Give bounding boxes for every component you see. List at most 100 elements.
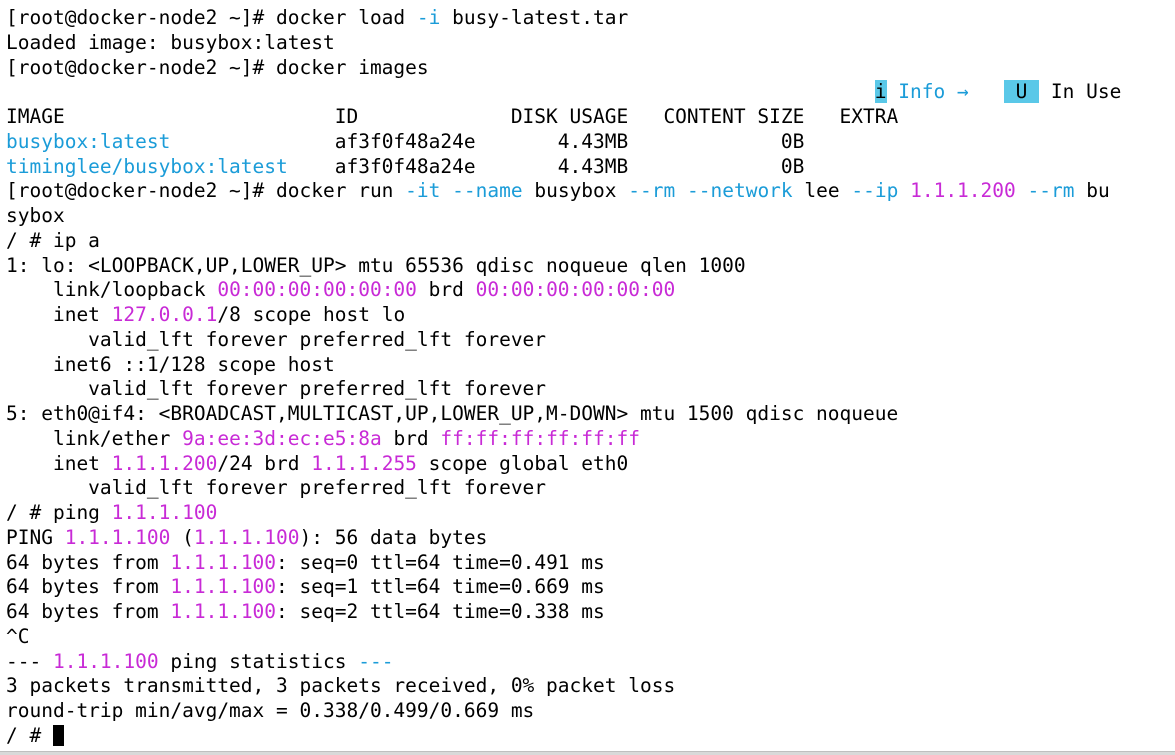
terminal-line: 64 bytes from 1.1.1.100: seq=2 ttl=64 ti… [6, 600, 1175, 625]
terminal-text: brd [416, 278, 476, 302]
terminal-line: / # [6, 724, 1175, 749]
terminal-line: busybox:latest af3f0f48a24e 4.43MB 0B [6, 130, 1175, 155]
terminal-text: [root@docker-node2 ~]# docker images [6, 55, 429, 79]
terminal-line: valid_lft forever preferred_lft forever [6, 476, 1175, 501]
text-cursor [52, 724, 64, 746]
terminal-text: : seq=1 ttl=64 time=0.669 ms [276, 575, 605, 599]
terminal-text-legend-u: U [1003, 80, 1040, 104]
terminal-line: 64 bytes from 1.1.1.100: seq=1 ttl=64 ti… [6, 575, 1175, 600]
terminal-text-cyan: --- [358, 649, 394, 673]
terminal-line: i Info → U In Use [6, 80, 1175, 105]
terminal-text-cyan: --ip [851, 179, 899, 203]
terminal-text: : seq=0 ttl=64 time=0.491 ms [276, 550, 605, 574]
terminal-text: af3f0f48a24e 4.43MB 0B [287, 154, 805, 178]
terminal-text-mag: 1.1.1.100 [170, 550, 277, 574]
terminal-text: [root@docker-node2 ~]# docker load [6, 6, 417, 29]
terminal-text: IMAGE ID DISK USAGE CONTENT SIZE EXTRA [6, 105, 899, 128]
terminal-line: [root@docker-node2 ~]# docker run -it --… [6, 179, 1175, 204]
terminal-text-mag: 00:00:00:00:00:00 [217, 278, 417, 302]
terminal-text-mag: 127.0.0.1 [111, 303, 218, 326]
terminal-text: ): 56 data bytes [299, 525, 488, 549]
terminal-text-mag: 1.1.1.100 [64, 525, 171, 549]
terminal-line: IMAGE ID DISK USAGE CONTENT SIZE EXTRA [6, 105, 1175, 130]
terminal-text: 64 bytes from [6, 550, 171, 574]
terminal-line: link/loopback 00:00:00:00:00:00 brd 00:0… [6, 278, 1175, 303]
terminal-text-cyan: --rm [1027, 179, 1075, 203]
terminal-text: inet6 ::1/128 scope host [6, 352, 335, 376]
terminal-text: link/ether [6, 426, 183, 450]
terminal-text-cyan: --rm [628, 179, 676, 203]
terminal-line: PING 1.1.1.100 (1.1.1.100): 56 data byte… [6, 526, 1175, 551]
terminal-text: 3 packets transmitted, 3 packets receive… [6, 674, 676, 698]
terminal-text: / # [6, 723, 53, 747]
terminal-text: valid_lft forever preferred_lft forever [6, 327, 547, 351]
terminal-text-mag: 00:00:00:00:00:00 [475, 278, 676, 302]
terminal-text-mag: 1.1.1.255 [311, 451, 417, 475]
terminal-text-cyan: -it [405, 179, 441, 203]
terminal-text-cyan: --network [687, 179, 793, 203]
terminal-text: bu [1074, 179, 1110, 203]
terminal-text: af3f0f48a24e 4.43MB 0B [170, 129, 805, 153]
terminal-line: 3 packets transmitted, 3 packets receive… [6, 674, 1175, 699]
terminal-text-mag: 1.1.1.200 [910, 179, 1016, 203]
terminal-text: valid_lft forever preferred_lft forever [6, 476, 547, 500]
terminal-line: round-trip min/avg/max = 0.338/0.499/0.6… [6, 699, 1175, 724]
terminal-line: Loaded image: busybox:latest [6, 31, 1175, 56]
terminal-line: inet 1.1.1.200/24 brd 1.1.1.255 scope gl… [6, 452, 1175, 477]
terminal-text-cyan: -i [416, 6, 441, 29]
terminal-text: round-trip min/avg/max = 0.338/0.499/0.6… [6, 699, 535, 722]
terminal-window[interactable]: [root@docker-node2 ~]# docker load -i bu… [0, 0, 1175, 755]
terminal-text: busy-latest.tar [440, 6, 629, 29]
terminal-text: sybox [6, 204, 65, 227]
terminal-text: --- [6, 649, 53, 673]
terminal-line: [root@docker-node2 ~]# docker images [6, 56, 1175, 81]
terminal-line: 64 bytes from 1.1.1.100: seq=0 ttl=64 ti… [6, 551, 1175, 576]
terminal-text-mag: 1.1.1.100 [52, 649, 159, 673]
terminal-text: lee [792, 179, 852, 203]
terminal-text-mag: 1.1.1.100 [111, 501, 218, 524]
terminal-text: inet [6, 451, 112, 475]
terminal-text: /8 scope host lo [217, 303, 406, 326]
terminal-text: ^C [6, 624, 30, 648]
terminal-text: 64 bytes from [6, 600, 171, 623]
terminal-text: ( [170, 525, 194, 549]
terminal-text: 64 bytes from [6, 575, 171, 599]
terminal-text: 5: eth0@if4: <BROADCAST,MULTICAST,UP,LOW… [6, 402, 899, 425]
terminal-line: inet6 ::1/128 scope host [6, 353, 1175, 378]
terminal-text-mag: 1.1.1.200 [111, 451, 218, 475]
terminal-text: Loaded image: busybox:latest [6, 30, 335, 54]
terminal-text-cyan: busybox:latest [6, 129, 171, 153]
terminal-line: [root@docker-node2 ~]# docker load -i bu… [6, 6, 1175, 31]
terminal-text: valid_lft forever preferred_lft forever [6, 377, 547, 401]
terminal-text: : seq=2 ttl=64 time=0.338 ms [276, 600, 605, 623]
terminal-text: scope global eth0 [416, 451, 629, 475]
terminal-text-mag: 1.1.1.100 [170, 575, 277, 599]
terminal-text: / # ping [6, 501, 112, 524]
terminal-text-legend-i: i [874, 80, 887, 104]
terminal-text: / # ip a [6, 228, 100, 252]
terminal-text: In Use [1039, 80, 1122, 104]
terminal-text-legend-info: Info → [886, 80, 981, 104]
terminal-line: 1: lo: <LOOPBACK,UP,LOWER_UP> mtu 65536 … [6, 254, 1175, 279]
terminal-text: brd [381, 426, 441, 450]
window-bottom-edge [0, 751, 1175, 755]
terminal-text: [root@docker-node2 ~]# docker run [6, 179, 406, 203]
terminal-line: / # ping 1.1.1.100 [6, 501, 1175, 526]
terminal-line: 5: eth0@if4: <BROADCAST,MULTICAST,UP,LOW… [6, 402, 1175, 427]
terminal-text: inet [6, 303, 112, 326]
terminal-line: sybox [6, 204, 1175, 229]
terminal-text-cyan: timinglee/busybox:latest [6, 154, 288, 178]
terminal-line: inet 127.0.0.1/8 scope host lo [6, 303, 1175, 328]
terminal-text: /24 brd [217, 451, 312, 475]
terminal-text: busybox [522, 179, 629, 203]
terminal-line: --- 1.1.1.100 ping statistics --- [6, 650, 1175, 675]
terminal-text: 1: lo: <LOOPBACK,UP,LOWER_UP> mtu 65536 … [6, 253, 746, 277]
terminal-text: link/loopback [6, 278, 218, 302]
terminal-text-mag: 1.1.1.100 [193, 525, 300, 549]
terminal-line: timinglee/busybox:latest af3f0f48a24e 4.… [6, 155, 1175, 180]
